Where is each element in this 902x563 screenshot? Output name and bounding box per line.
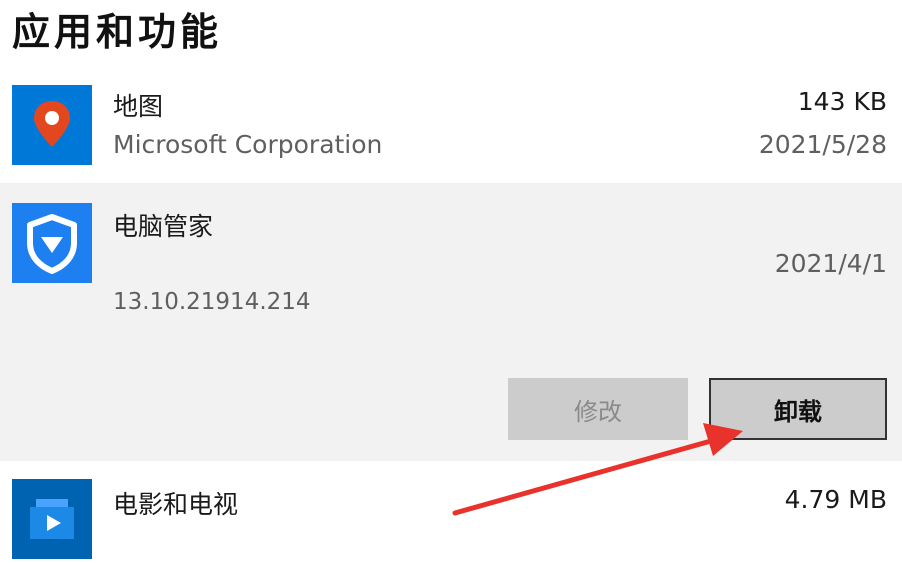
film-play-icon	[12, 479, 92, 559]
app-name: 地图	[113, 92, 164, 121]
app-size: 4.79 MB	[784, 485, 887, 514]
modify-button[interactable]: 修改	[508, 378, 688, 440]
app-list-item-movies-tv[interactable]: 电影和电视 4.79 MB	[0, 461, 902, 559]
app-version: 13.10.21914.214	[113, 289, 311, 315]
shield-check-icon	[12, 203, 92, 283]
app-size: 143 KB	[797, 87, 887, 116]
uninstall-button[interactable]: 卸载	[709, 378, 887, 440]
app-publisher: Microsoft Corporation	[113, 130, 383, 159]
page-title: 应用和功能	[12, 10, 223, 54]
app-name: 电影和电视	[113, 490, 239, 519]
app-list-item-maps[interactable]: 地图 Microsoft Corporation 143 KB 2021/5/2…	[0, 75, 902, 183]
app-name: 电脑管家	[113, 212, 214, 241]
app-date: 2021/5/28	[758, 130, 887, 159]
app-list-item-pc-manager[interactable]: 电脑管家 2021/4/1 13.10.21914.214 修改 卸载	[0, 183, 902, 461]
map-pin-icon	[12, 85, 92, 165]
app-date: 2021/4/1	[774, 249, 887, 278]
